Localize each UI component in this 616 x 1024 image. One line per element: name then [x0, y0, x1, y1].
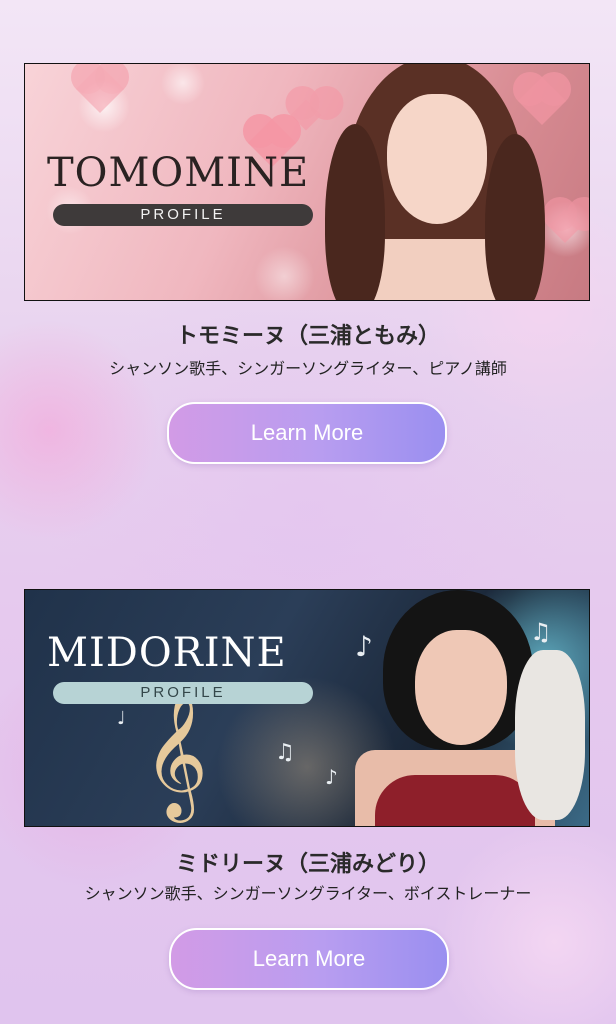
- midorine-profile-banner[interactable]: ♪ ♫ ♩ ♪ ♫ 𝄞 MIDORINE PROFILE: [24, 589, 590, 827]
- profile-name: トモミーヌ（三浦ともみ）: [175, 324, 440, 349]
- banner-title: MIDORINE: [47, 630, 287, 676]
- music-note-icon: ♪: [325, 765, 338, 789]
- treble-clef-icon: 𝄞: [143, 689, 209, 817]
- banner-title: TOMOMINE: [47, 150, 310, 196]
- tomomine-portrait: [325, 64, 589, 300]
- profile-description: シャンソン歌手、シンガーソングライター、ボイストレーナー: [84, 884, 532, 903]
- music-note-icon: ♫: [275, 740, 295, 765]
- learn-more-button[interactable]: Learn More: [167, 402, 447, 464]
- banner-subtitle: PROFILE: [53, 204, 313, 226]
- learn-more-button[interactable]: Learn More: [169, 928, 449, 990]
- profile-description: シャンソン歌手、シンガーソングライター、ピアノ講師: [109, 359, 507, 378]
- tomomine-profile-banner[interactable]: TOMOMINE PROFILE: [24, 63, 590, 301]
- midorine-portrait: [345, 590, 589, 826]
- banner-subtitle: PROFILE: [53, 682, 313, 704]
- profile-name: ミドリーヌ（三浦みどり）: [175, 852, 440, 877]
- heart-icon: [75, 64, 125, 114]
- music-note-icon: ♩: [117, 708, 126, 729]
